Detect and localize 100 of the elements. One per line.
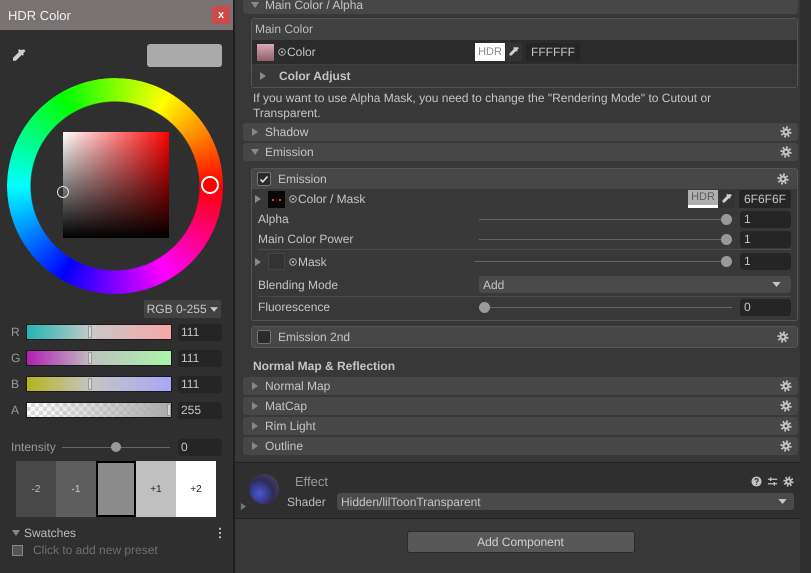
hex-field[interactable]: FFFFFF bbox=[526, 43, 580, 61]
expand-caret-icon[interactable] bbox=[12, 529, 20, 537]
settings-icon[interactable] bbox=[780, 440, 792, 452]
swatches-title: Swatches bbox=[24, 526, 76, 540]
section-title: MatCap bbox=[265, 399, 308, 413]
target-dot-icon[interactable] bbox=[289, 195, 297, 203]
hex-field[interactable]: 6F6F6F bbox=[738, 190, 791, 208]
sliders-icon[interactable] bbox=[767, 476, 778, 486]
section-header[interactable]: MatCap bbox=[243, 397, 798, 415]
shader-dropdown[interactable]: Hidden/lilToonTransparent bbox=[337, 493, 794, 510]
slider-handle[interactable] bbox=[88, 352, 92, 364]
section-header[interactable]: Rim Light bbox=[243, 417, 798, 435]
channel-slider[interactable] bbox=[26, 402, 172, 418]
more-menu-icon[interactable] bbox=[218, 527, 222, 539]
help-text: If you want to use Alpha Mask, you need to change the "Rendering Mode" to Cutout or Transparent. bbox=[253, 91, 712, 121]
dropdown-caret-icon[interactable] bbox=[210, 307, 218, 312]
slider-thumb[interactable] bbox=[479, 302, 490, 312]
eyedropper-icon[interactable] bbox=[506, 43, 522, 61]
dropdown-caret-icon[interactable] bbox=[772, 282, 781, 287]
value-field[interactable]: 111 bbox=[178, 376, 222, 392]
expand-caret-icon[interactable] bbox=[251, 402, 259, 410]
add-component-button[interactable]: Add Component bbox=[406, 531, 634, 553]
shader-label: Shader bbox=[287, 494, 327, 508]
value-field[interactable]: 1 bbox=[740, 230, 791, 248]
eyedropper-icon[interactable] bbox=[718, 190, 735, 208]
settings-icon[interactable] bbox=[780, 400, 792, 412]
add-preset-button[interactable] bbox=[12, 544, 23, 556]
slider-thumb[interactable] bbox=[721, 256, 732, 267]
value-field[interactable]: 1 bbox=[740, 253, 791, 270]
expand-caret-icon[interactable] bbox=[251, 422, 259, 430]
target-dot-icon[interactable] bbox=[278, 48, 286, 56]
checkbox[interactable] bbox=[257, 172, 271, 186]
group-title: Normal Map & Reflection bbox=[253, 359, 396, 373]
channel-slider[interactable] bbox=[26, 350, 172, 366]
dropdown-caret-icon[interactable] bbox=[778, 499, 787, 504]
slider-handle[interactable] bbox=[88, 326, 92, 338]
slider-thumb[interactable] bbox=[721, 214, 732, 224]
expand-caret-icon[interactable] bbox=[251, 148, 259, 156]
section-title: Shadow bbox=[265, 125, 308, 139]
settings-icon[interactable] bbox=[780, 380, 792, 392]
slider-thumb[interactable] bbox=[110, 442, 121, 452]
value-field[interactable]: 0 bbox=[740, 298, 791, 316]
exposure-swatch[interactable]: +2 bbox=[176, 461, 216, 517]
exposure-swatch[interactable]: -2 bbox=[16, 461, 56, 517]
texture-thumbnail[interactable] bbox=[268, 190, 285, 208]
settings-icon[interactable] bbox=[777, 331, 789, 343]
slider-handle[interactable] bbox=[167, 404, 171, 416]
section-header[interactable]: Main Color / Alpha bbox=[243, 0, 798, 14]
expand-caret-icon[interactable] bbox=[251, 1, 259, 9]
exposure-swatch[interactable]: -1 bbox=[56, 461, 96, 517]
checkbox-label: Emission 2nd bbox=[278, 330, 350, 344]
settings-icon[interactable] bbox=[777, 173, 789, 185]
window-title: HDR Color bbox=[8, 8, 71, 22]
expand-caret-icon[interactable] bbox=[251, 442, 259, 450]
expand-caret-icon[interactable] bbox=[259, 72, 267, 80]
section-header[interactable]: Outline bbox=[243, 437, 798, 455]
channel-label: A bbox=[11, 403, 20, 417]
value-field[interactable]: 0 bbox=[178, 438, 222, 456]
blending-mode-dropdown[interactable]: Add bbox=[479, 276, 791, 293]
value-field[interactable]: 111 bbox=[178, 324, 222, 340]
field-label: Fluorescence bbox=[258, 300, 332, 314]
color-swatch[interactable]: HDR bbox=[475, 43, 505, 61]
exposure-swatch[interactable]: +1 bbox=[136, 461, 176, 517]
expand-caret-icon[interactable] bbox=[254, 195, 262, 203]
saturation-value-square[interactable] bbox=[63, 132, 169, 238]
field-label: Alpha bbox=[258, 212, 290, 226]
color-handle[interactable] bbox=[57, 186, 69, 198]
channel-slider[interactable] bbox=[26, 324, 172, 340]
value-field[interactable]: 255 bbox=[178, 402, 222, 418]
settings-icon[interactable] bbox=[783, 476, 794, 486]
panel-title: Main Color bbox=[252, 19, 797, 40]
expand-caret-icon[interactable] bbox=[251, 382, 259, 390]
expand-caret-icon[interactable] bbox=[240, 503, 247, 510]
section-title: Rim Light bbox=[265, 419, 316, 433]
texture-thumbnail[interactable] bbox=[257, 44, 274, 60]
expand-caret-icon[interactable] bbox=[251, 128, 259, 136]
mode-dropdown[interactable]: RGB 0-255 bbox=[142, 299, 222, 319]
expand-caret-icon[interactable] bbox=[254, 258, 262, 266]
help-icon[interactable] bbox=[751, 476, 762, 486]
target-dot-icon[interactable] bbox=[289, 258, 297, 266]
eyedropper-icon[interactable] bbox=[11, 48, 27, 64]
foldout-title[interactable]: Color Adjust bbox=[279, 69, 351, 83]
slider-thumb[interactable] bbox=[721, 234, 732, 244]
checkbox[interactable] bbox=[257, 330, 271, 344]
exposure-swatch[interactable] bbox=[96, 461, 136, 517]
slider-handle[interactable] bbox=[88, 378, 92, 390]
channel-slider[interactable] bbox=[26, 376, 172, 392]
settings-icon[interactable] bbox=[780, 126, 792, 138]
section-header[interactable]: Shadow bbox=[243, 123, 798, 141]
section-header[interactable]: Emission bbox=[243, 143, 798, 161]
close-button[interactable]: x bbox=[212, 6, 230, 24]
channel-label: B bbox=[11, 377, 20, 391]
field-label: Blending Mode bbox=[258, 278, 340, 292]
color-swatch[interactable]: HDR bbox=[688, 190, 718, 208]
settings-icon[interactable] bbox=[780, 420, 792, 432]
value-field[interactable]: 1 bbox=[740, 210, 791, 228]
section-title: Outline bbox=[265, 439, 304, 453]
value-field[interactable]: 111 bbox=[178, 350, 222, 366]
section-header[interactable]: Normal Map bbox=[243, 377, 798, 395]
settings-icon[interactable] bbox=[780, 146, 792, 158]
